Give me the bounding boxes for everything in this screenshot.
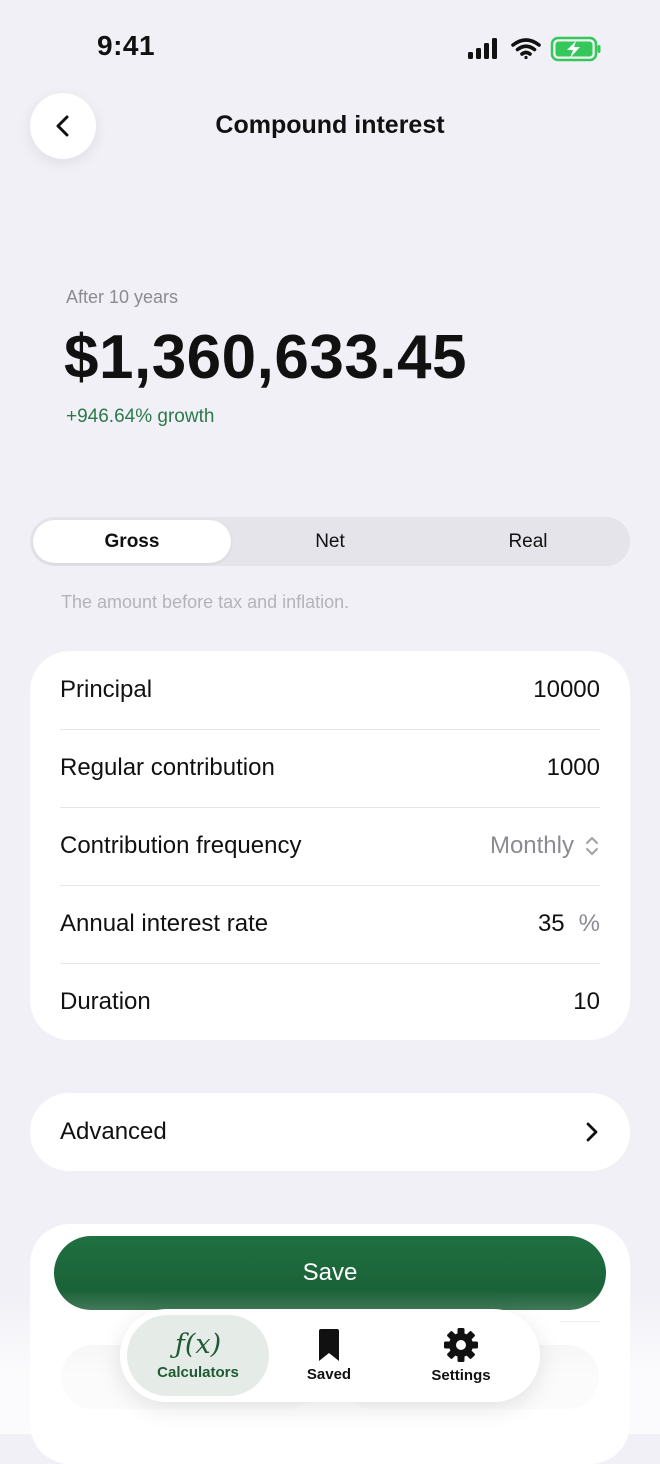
segment-net[interactable]: Net bbox=[231, 520, 429, 563]
chevron-up-down-icon bbox=[586, 837, 598, 855]
result-type-segmented-control: Gross Net Real bbox=[30, 517, 630, 566]
status-bar: 9:41 bbox=[0, 0, 660, 100]
percent-unit: % bbox=[578, 910, 600, 937]
status-time: 9:41 bbox=[97, 30, 156, 61]
result-amount: $1,360,633.45 bbox=[64, 323, 467, 392]
input-fields-card: Principal 10000 Regular contribution 100… bbox=[30, 651, 630, 1040]
segment-gross[interactable]: Gross bbox=[33, 520, 231, 563]
rate-field: 35 % bbox=[538, 910, 600, 938]
duration-input[interactable]: 10 bbox=[573, 988, 600, 1016]
duration-row: Duration 10 bbox=[30, 963, 630, 1041]
segment-real[interactable]: Real bbox=[429, 520, 627, 563]
advanced-label: Advanced bbox=[60, 1118, 167, 1145]
contribution-row: Regular contribution 1000 bbox=[30, 729, 630, 807]
fx-icon: ƒ(x) bbox=[174, 1329, 222, 1360]
frequency-row: Contribution frequency Monthly bbox=[30, 807, 630, 885]
status-icons bbox=[468, 36, 601, 62]
bookmark-icon bbox=[319, 1329, 339, 1361]
divider bbox=[560, 1321, 600, 1322]
frequency-label: Contribution frequency bbox=[60, 832, 302, 859]
tab-saved[interactable]: Saved bbox=[274, 1315, 384, 1396]
frequency-select[interactable]: Monthly bbox=[490, 832, 600, 860]
cellular-signal-icon bbox=[468, 38, 497, 59]
tab-calculators[interactable]: ƒ(x) Calculators bbox=[127, 1315, 269, 1396]
advanced-row[interactable]: Advanced bbox=[30, 1093, 630, 1171]
rate-label: Annual interest rate bbox=[60, 910, 269, 937]
frequency-value: Monthly bbox=[489, 832, 574, 859]
tab-bar: ƒ(x) Calculators Saved Settings bbox=[120, 1309, 540, 1402]
principal-label: Principal bbox=[60, 676, 153, 703]
gear-icon bbox=[444, 1328, 478, 1362]
battery-charging-icon bbox=[550, 36, 601, 62]
tab-calculators-label: Calculators bbox=[157, 1364, 239, 1381]
contribution-input[interactable]: 1000 bbox=[547, 754, 600, 782]
duration-label: Duration bbox=[60, 988, 151, 1015]
wifi-icon bbox=[511, 38, 541, 60]
segment-hint: The amount before tax and inflation. bbox=[61, 592, 350, 612]
principal-row: Principal 10000 bbox=[30, 651, 630, 729]
page-title: Compound interest bbox=[215, 111, 445, 139]
chevron-right-icon bbox=[586, 1122, 598, 1142]
save-button[interactable]: Save bbox=[54, 1236, 606, 1310]
tab-saved-label: Saved bbox=[306, 1366, 352, 1383]
contribution-label: Regular contribution bbox=[60, 754, 275, 781]
principal-input[interactable]: 10000 bbox=[533, 676, 600, 704]
result-caption: After 10 years bbox=[66, 287, 179, 307]
rate-row: Annual interest rate 35 % bbox=[30, 885, 630, 963]
growth-label: +946.64% growth bbox=[66, 406, 215, 427]
tab-settings[interactable]: Settings bbox=[396, 1315, 526, 1396]
rate-input[interactable]: 35 bbox=[538, 910, 565, 938]
tab-settings-label: Settings bbox=[431, 1367, 491, 1384]
